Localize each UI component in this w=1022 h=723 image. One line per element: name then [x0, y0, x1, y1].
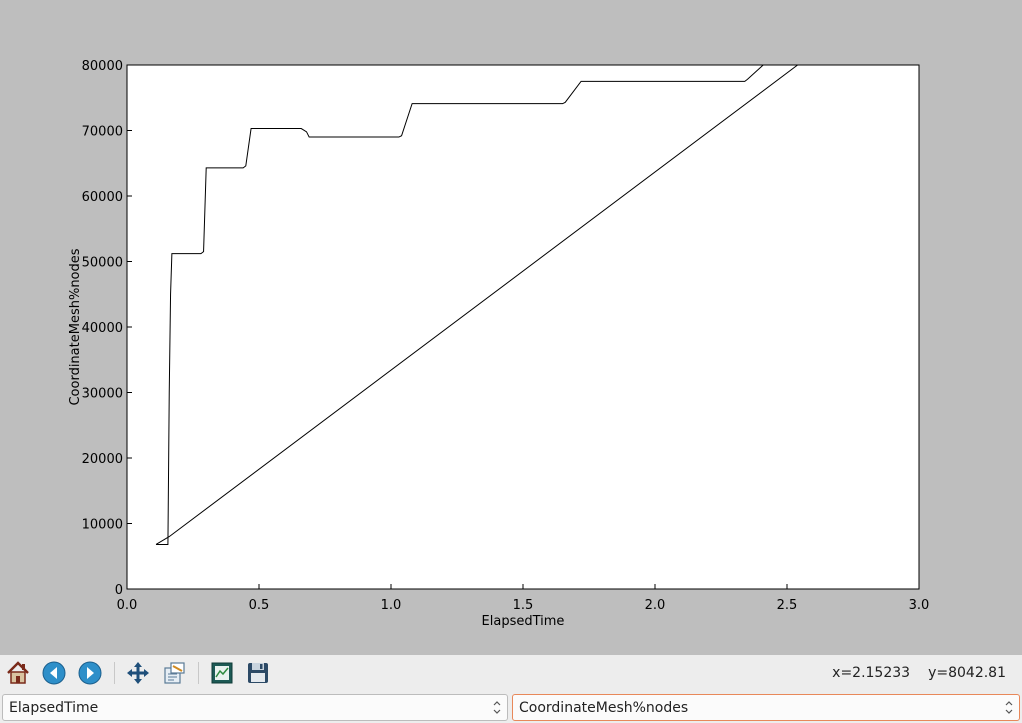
y-tick-label: 10000 — [82, 518, 123, 533]
x-tick-label: 2.5 — [777, 598, 798, 613]
y-tick-label: 40000 — [82, 321, 123, 336]
x-tick-label: 3.0 — [909, 598, 930, 613]
zoom-icon — [164, 662, 185, 684]
save-icon — [248, 663, 268, 683]
figure: 0.0 0.5 1.0 1.5 2.0 2.5 3.0 0 10000 20000 30000 40… — [0, 0, 1022, 655]
y-tick-label: 20000 — [82, 452, 123, 467]
y-axis-label: CoordinateMesh%nodes — [68, 248, 83, 405]
x-field-value: ElapsedTime — [9, 699, 99, 716]
x-field-select[interactable]: ElapsedTime — [2, 694, 508, 721]
y-tick-label: 30000 — [82, 387, 123, 402]
plot-area — [126, 64, 920, 590]
back-arrow-icon — [42, 661, 66, 685]
updown-arrow-icon — [1005, 701, 1013, 714]
x-tick-label: 1.0 — [381, 598, 402, 613]
y-field-select[interactable]: CoordinateMesh%nodes — [512, 694, 1020, 721]
y-tick-label: 0 — [115, 583, 123, 598]
y-field-value: CoordinateMesh%nodes — [519, 699, 689, 716]
subplots-icon — [211, 662, 233, 684]
navigation-toolbar: x=2.15233 y=8042.81 — [0, 655, 1022, 691]
back-button[interactable] — [40, 659, 68, 687]
x-tick-label: 0.5 — [249, 598, 270, 613]
pan-button[interactable] — [124, 659, 152, 687]
subplots-button[interactable] — [208, 659, 236, 687]
toolbar-separator — [114, 662, 115, 684]
x-coordinate: x=2.15233 — [832, 665, 911, 681]
forward-arrow-icon — [78, 661, 102, 685]
zoom-button[interactable] — [160, 659, 188, 687]
x-tick-label: 1.5 — [513, 598, 534, 613]
field-selectors: ElapsedTime CoordinateMesh%nodes — [0, 691, 1022, 723]
x-axis-label: ElapsedTime — [482, 614, 565, 629]
plot-canvas[interactable]: 0.0 0.5 1.0 1.5 2.0 2.5 3.0 0 10000 20000 30000 40… — [0, 0, 1022, 655]
y-tick-label: 80000 — [82, 59, 123, 74]
y-tick-label: 60000 — [82, 190, 123, 205]
toolbar-separator — [198, 662, 199, 684]
y-tick-label: 50000 — [82, 256, 123, 271]
home-button[interactable] — [4, 659, 32, 687]
updown-arrow-icon — [493, 701, 501, 714]
forward-button[interactable] — [76, 659, 104, 687]
x-tick-label: 2.0 — [645, 598, 666, 613]
y-coordinate: y=8042.81 — [928, 665, 1006, 681]
y-axis: 0 10000 20000 30000 40000 50000 60000 70000 8000… — [82, 59, 132, 598]
pan-icon — [127, 662, 149, 684]
y-tick-label: 70000 — [82, 125, 123, 140]
x-tick-label: 0.0 — [117, 598, 138, 613]
coordinate-readout: x=2.15233 y=8042.81 — [814, 665, 1006, 681]
save-button[interactable] — [244, 659, 272, 687]
home-icon — [7, 661, 29, 684]
